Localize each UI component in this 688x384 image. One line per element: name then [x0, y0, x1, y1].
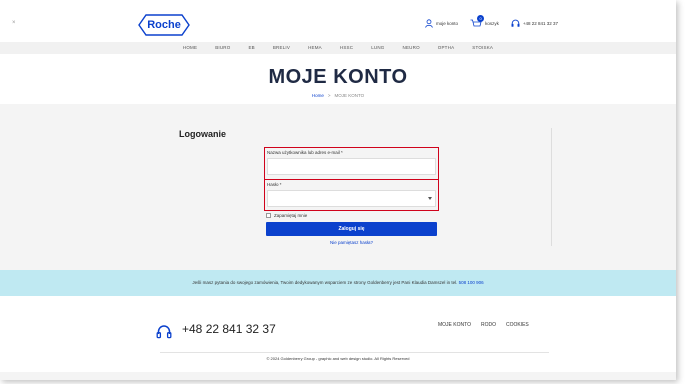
headset-icon — [156, 325, 172, 339]
breadcrumb: Home > MOJE KONTO — [0, 93, 676, 98]
cart-label: koszyk — [485, 21, 499, 26]
nav-item-lung[interactable]: LUNG — [362, 42, 393, 54]
cart-link[interactable]: 0 koszyk — [470, 15, 499, 28]
password-label: Hasło * — [267, 182, 282, 187]
nav-item-eb[interactable]: EB — [239, 42, 263, 54]
nav-item-hema[interactable]: HEMA — [299, 42, 331, 54]
logo-text: Roche — [147, 19, 181, 31]
username-input[interactable] — [267, 158, 436, 175]
login-heading: Logowanie — [179, 129, 226, 139]
nav-item-neuro[interactable]: NEURO — [394, 42, 429, 54]
footer — [0, 296, 676, 380]
footer-divider — [160, 352, 549, 353]
nav-item-hssc[interactable]: HSSC — [331, 42, 362, 54]
username-field-group: Nazwa użytkownika lub adres e-mail * — [264, 147, 439, 180]
header-actions: moje konto 0 koszyk +48 22 841 32 37 — [417, 15, 558, 28]
top-bar: × Roche moje konto 0 koszyk +48 22 841 3… — [0, 0, 676, 42]
footer-links: MOJE KONTO RODO COOKIES — [438, 322, 529, 328]
password-field-group: Hasło * — [264, 179, 439, 211]
breadcrumb-separator: > — [327, 93, 331, 98]
main-nav: HOME BIURO EB BRELIV HEMA HSSC LUNG NEUR… — [0, 42, 676, 54]
footer-link-rodo[interactable]: RODO — [481, 322, 496, 328]
remember-label: Zapamiętaj mnie — [274, 213, 308, 218]
page: × Roche moje konto 0 koszyk +48 22 841 3… — [0, 0, 676, 380]
nav-item-optha[interactable]: OPTHA — [429, 42, 464, 54]
user-icon — [425, 19, 433, 28]
remember-checkbox[interactable] — [266, 213, 271, 218]
username-label: Nazwa użytkownika lub adres e-mail * — [267, 150, 343, 155]
title-area: MOJE KONTO Home > MOJE KONTO — [0, 54, 676, 104]
nav-item-breliv[interactable]: BRELIV — [264, 42, 299, 54]
account-label: moje konto — [436, 21, 459, 26]
account-link[interactable]: moje konto — [425, 19, 458, 28]
roche-logo[interactable]: Roche — [138, 14, 190, 36]
nav-item-biuro[interactable]: BIURO — [206, 42, 239, 54]
support-phone-link[interactable]: 508 100 906 — [459, 280, 484, 285]
breadcrumb-current: MOJE KONTO — [334, 93, 365, 98]
footer-link-cookies[interactable]: COOKIES — [506, 322, 529, 328]
header-phone-link[interactable]: +48 22 841 32 37 — [511, 19, 558, 28]
forgot-password-link[interactable]: Nie pamiętasz hasła? — [266, 240, 437, 245]
footer-link-moje-konto[interactable]: MOJE KONTO — [438, 322, 471, 328]
nav-item-stoiska[interactable]: STOISKA — [463, 42, 502, 54]
breadcrumb-home[interactable]: Home — [312, 93, 324, 98]
nav-item-home[interactable]: HOME — [174, 42, 206, 54]
headset-icon — [511, 19, 520, 27]
close-icon[interactable]: × — [12, 20, 16, 26]
remember-me[interactable]: Zapamiętaj mnie — [266, 213, 307, 218]
vertical-divider — [551, 128, 552, 246]
footer-phone[interactable]: +48 22 841 32 37 — [182, 322, 276, 336]
bottom-band — [0, 372, 676, 380]
login-button[interactable]: Zaloguj się — [266, 222, 437, 236]
page-title: MOJE KONTO — [268, 66, 408, 88]
password-input[interactable] — [267, 190, 436, 207]
copyright: © 2024 Goldenberry Group - graphic and w… — [266, 356, 410, 361]
support-info-text: Jeśli masz pytania do swojego zamówienia… — [192, 280, 458, 285]
header-phone: +48 22 841 32 37 — [522, 21, 558, 26]
chevron-down-icon[interactable] — [428, 197, 432, 200]
support-info-strip: Jeśli masz pytania do swojego zamówienia… — [0, 270, 676, 296]
cart-count-badge: 0 — [477, 15, 485, 22]
